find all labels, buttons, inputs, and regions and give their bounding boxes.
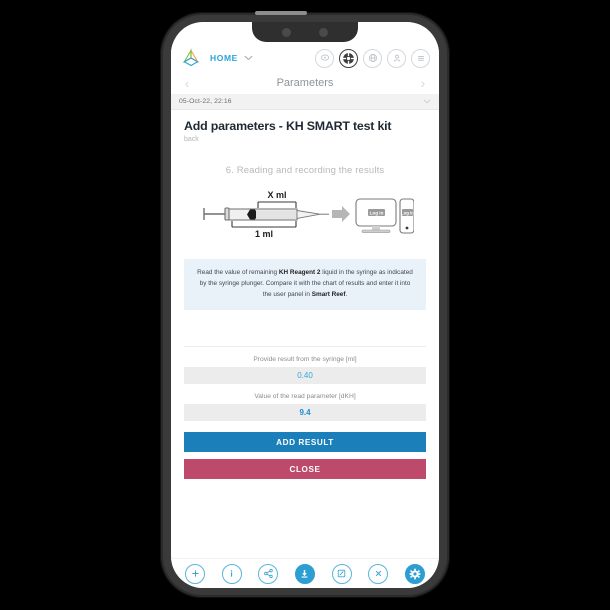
form-divider — [184, 346, 426, 348]
home-menu-label[interactable]: HOME — [210, 53, 238, 63]
info-icon[interactable] — [221, 563, 242, 584]
notch-sensor-dot — [319, 27, 328, 37]
app-header: HOME — [171, 44, 439, 72]
screenshot-stage: HOME ‹ Parameters › 05-Oct-22, 22:16 Add… — [0, 0, 610, 610]
close-x-icon[interactable] — [368, 563, 389, 584]
step-heading: 6. Reading and recording the results — [225, 165, 385, 176]
notch-camera-dot — [282, 27, 291, 37]
back-link[interactable]: back — [184, 136, 426, 143]
edit-pencil-icon[interactable] — [331, 563, 352, 584]
svg-text:1 ml: 1 ml — [255, 229, 273, 239]
syringe-result-input[interactable] — [184, 367, 426, 385]
user-account-icon[interactable] — [387, 48, 406, 68]
info-text-bold2: Smart Reef — [311, 291, 346, 299]
svg-text:Log in: Log in — [401, 211, 414, 216]
add-plus-icon[interactable] — [185, 563, 206, 584]
nav-next-arrow[interactable]: › — [417, 76, 429, 90]
close-button[interactable]: CLOSE — [184, 459, 426, 480]
parameters-nav-bar: ‹ Parameters › — [171, 72, 439, 94]
add-result-button[interactable]: ADD RESULT — [184, 432, 426, 453]
smart-reef-cube-logo[interactable] — [181, 48, 201, 68]
globe-icon[interactable] — [363, 48, 382, 68]
settings-gear-icon[interactable] — [404, 563, 425, 584]
phone-notch — [252, 22, 358, 42]
info-text-bold1: KH Reagent 2 — [278, 269, 321, 276]
phone-screen: HOME ‹ Parameters › 05-Oct-22, 22:16 Add… — [171, 22, 439, 588]
read-parameter-input[interactable] — [184, 404, 426, 422]
timestamp-bar[interactable]: 05-Oct-22, 22:16 — [171, 94, 439, 110]
download-icon[interactable] — [294, 563, 315, 584]
header-icon-group — [315, 48, 430, 68]
message-icon[interactable] — [315, 48, 334, 68]
result-form: Provide result from the syringe [ml] Val… — [184, 356, 426, 422]
hamburger-menu-icon[interactable] — [411, 48, 430, 68]
page-section-title: Parameters — [276, 77, 334, 89]
svg-text:Log in: Log in — [370, 211, 384, 216]
navigation-compass-icon[interactable] — [339, 48, 358, 68]
chevron-down-icon[interactable] — [244, 55, 253, 61]
syringe-result-label: Provide result from the syringe [ml] — [253, 356, 357, 364]
main-content: Add parameters - KH SMART test kit back … — [171, 110, 439, 480]
page-title: Add parameters - KH SMART test kit — [184, 119, 392, 133]
syringe-instruction-diagram: X ml 1 ml Log in Log in — [184, 187, 426, 241]
read-parameter-label: Value of the read parameter [dKH] — [254, 393, 356, 401]
share-icon[interactable] — [258, 563, 279, 584]
phone-speaker-slit — [255, 11, 307, 15]
bottom-toolbar — [171, 558, 439, 588]
timestamp-label: 05-Oct-22, 22:16 — [179, 98, 232, 105]
info-text-part3: . — [345, 291, 348, 299]
chevron-down-icon[interactable] — [423, 99, 431, 104]
svg-text:X ml: X ml — [267, 190, 286, 200]
nav-prev-arrow[interactable]: ‹ — [181, 76, 193, 90]
instruction-info-box: Read the value of remaining KH Reagent 2… — [184, 259, 426, 311]
info-text-part1: Read the value of remaining — [197, 269, 279, 276]
